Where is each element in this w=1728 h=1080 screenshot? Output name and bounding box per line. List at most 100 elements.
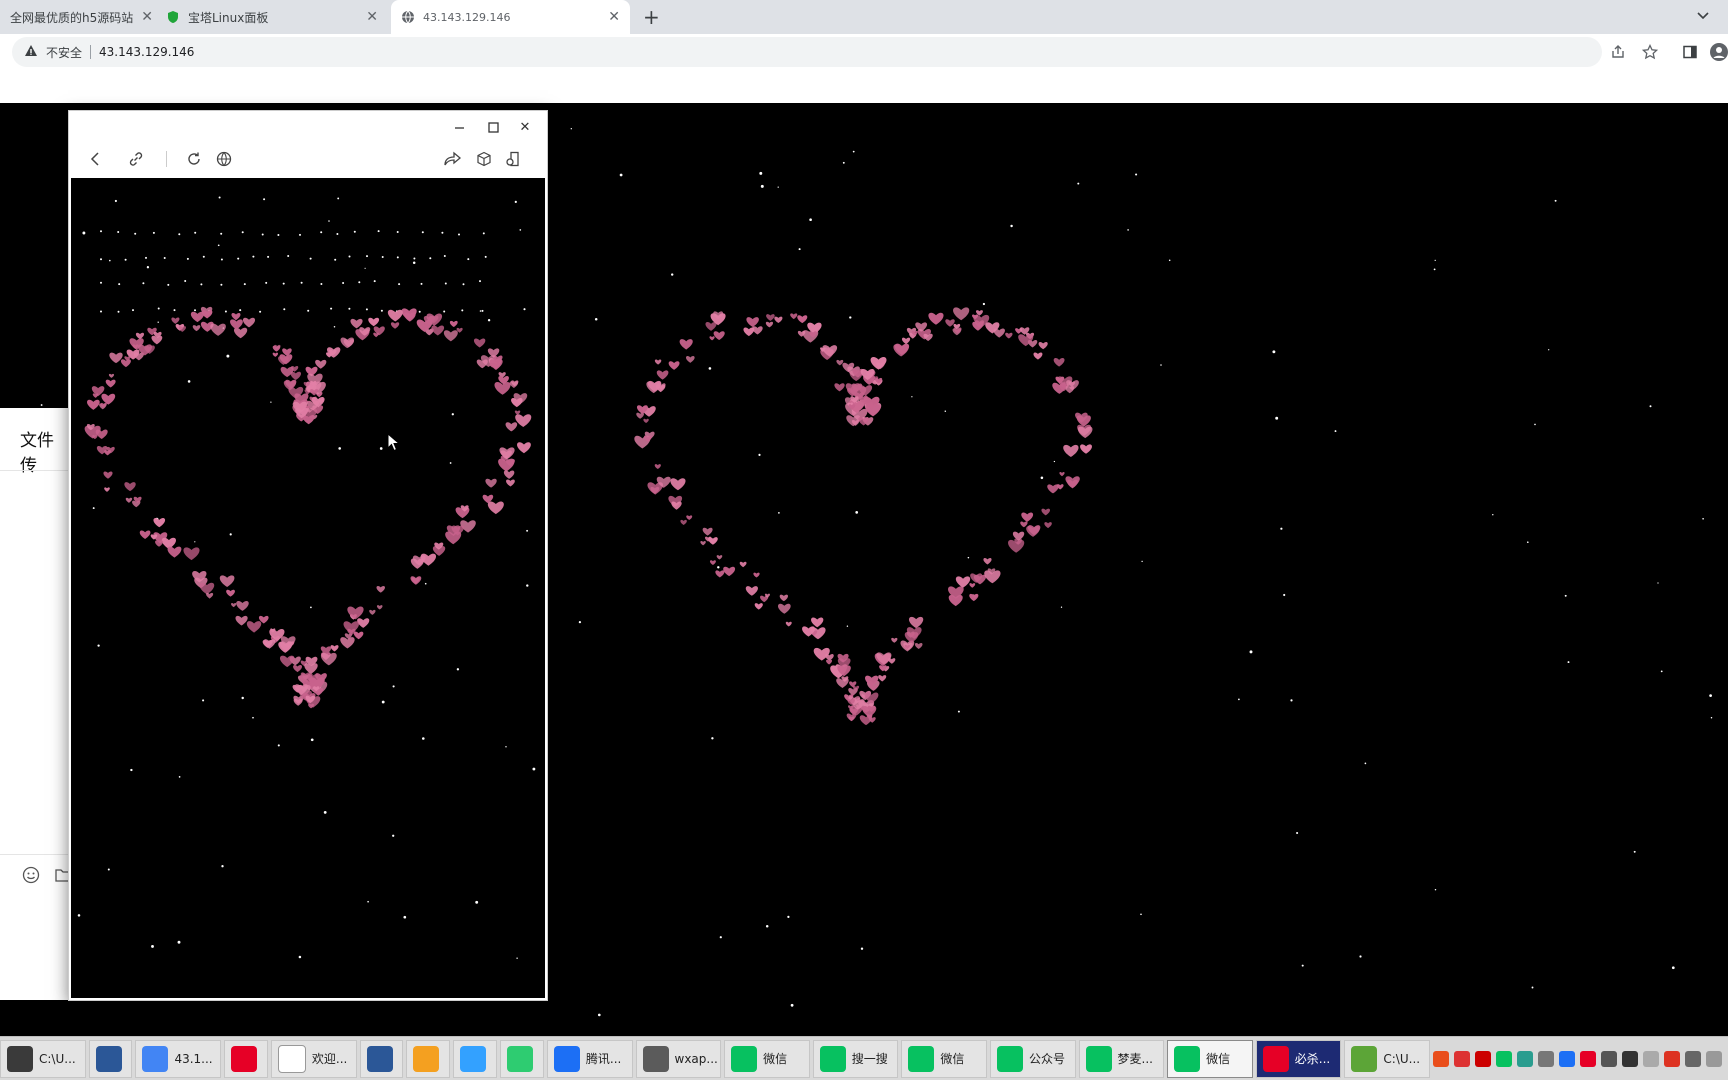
tray-icon[interactable]	[1664, 1050, 1680, 1067]
taskbar-item[interactable]: 公众号	[989, 1039, 1076, 1078]
star	[444, 282, 447, 285]
heart-particle	[1038, 341, 1048, 350]
tab-search-chevron-icon[interactable]	[1696, 8, 1710, 25]
heart-particle	[120, 359, 131, 368]
taskbar-item[interactable]	[406, 1039, 451, 1078]
star	[380, 309, 383, 312]
tray-icon[interactable]	[1475, 1050, 1491, 1067]
tray-icon[interactable]	[1517, 1050, 1533, 1067]
close-tab-icon[interactable]: ✕	[366, 9, 378, 25]
star	[1434, 888, 1437, 891]
security-label[interactable]: 不安全	[46, 44, 82, 61]
star	[526, 584, 529, 587]
star	[217, 244, 220, 247]
heart-particle	[487, 348, 500, 358]
star	[118, 283, 121, 286]
bookmarks-bar	[0, 70, 1728, 103]
mini-program-canvas[interactable]	[71, 178, 545, 998]
tray-icon[interactable]	[1496, 1050, 1512, 1067]
emoji-icon[interactable]	[22, 866, 40, 887]
side-panel-icon[interactable]	[1682, 44, 1698, 63]
taskbar-item[interactable]: 微信	[1167, 1039, 1253, 1078]
star	[1359, 955, 1362, 958]
tray-icon[interactable]	[1538, 1050, 1554, 1067]
star	[299, 233, 301, 236]
chrome-icon	[142, 1045, 169, 1072]
warning-icon[interactable]	[24, 44, 38, 61]
tray-icon[interactable]	[1706, 1050, 1722, 1067]
address-bar[interactable]: 不安全 43.143.129.146	[12, 37, 1602, 67]
star	[467, 258, 470, 261]
taskbar-item[interactable]: 43.1...	[135, 1039, 222, 1078]
taskbar-item-label: 欢迎...	[311, 1052, 348, 1066]
star	[1434, 259, 1436, 262]
tray-icon[interactable]	[1685, 1050, 1701, 1067]
taskbar-item[interactable]: C:\U...	[1344, 1039, 1430, 1078]
tray-icon[interactable]	[1643, 1050, 1659, 1067]
heart-particle	[654, 359, 662, 365]
taskbar-item[interactable]	[88, 1039, 133, 1078]
taskbar-item-label: 腾讯...	[585, 1052, 622, 1066]
file-transfer-panel: 文件传	[0, 408, 71, 1000]
taskbar-item[interactable]	[500, 1039, 544, 1078]
share-icon[interactable]	[1610, 44, 1626, 63]
tray-icon[interactable]	[1601, 1050, 1617, 1067]
heart-particle	[124, 482, 136, 492]
new-tab-button[interactable]: +	[643, 5, 660, 29]
taskbar-item[interactable]: 腾讯...	[546, 1039, 633, 1078]
profile-avatar-icon[interactable]	[1710, 43, 1728, 64]
globe-icon[interactable]	[211, 146, 237, 172]
url-text[interactable]: 43.143.129.146	[99, 45, 194, 59]
heart-particle	[785, 621, 792, 627]
heart-particle	[702, 527, 713, 536]
cube-icon[interactable]	[471, 146, 497, 172]
tray-icon[interactable]	[1622, 1050, 1638, 1067]
star	[252, 716, 254, 719]
star	[487, 319, 491, 322]
star	[1283, 593, 1286, 597]
taskbar-item[interactable]: 梦麦...	[1078, 1039, 1165, 1078]
taskbar-item[interactable]: 必杀...	[1255, 1039, 1342, 1078]
close-icon[interactable]: ✕	[513, 117, 537, 137]
maximize-icon[interactable]	[481, 117, 505, 137]
tray-icon[interactable]	[1559, 1050, 1575, 1067]
minimize-icon[interactable]	[447, 117, 471, 137]
taskbar-item[interactable]	[359, 1039, 404, 1078]
tray-icon[interactable]	[1580, 1050, 1596, 1067]
taskbar-item[interactable]	[453, 1039, 498, 1078]
tab-h5-source[interactable]: 全网最优质的h5源码站 ✕	[0, 0, 153, 34]
close-tab-icon[interactable]: ✕	[141, 9, 153, 25]
star	[152, 231, 155, 234]
bookmark-star-icon[interactable]	[1641, 43, 1659, 63]
star	[124, 258, 127, 261]
taskbar-item[interactable]: wxap...	[635, 1039, 722, 1078]
taskbar-item[interactable]	[224, 1039, 268, 1078]
taskbar-item[interactable]: 欢迎...	[270, 1039, 357, 1078]
link-icon[interactable]	[123, 146, 149, 172]
tray-icon[interactable]	[1454, 1050, 1470, 1067]
star	[441, 231, 444, 234]
forward-share-icon[interactable]	[440, 146, 466, 172]
device-icon[interactable]	[500, 146, 526, 172]
taskbar-item[interactable]: 搜一搜	[812, 1039, 899, 1078]
taskbar-item-label: 搜一搜	[851, 1052, 888, 1066]
taskbar-item[interactable]: 微信	[724, 1039, 810, 1078]
taskbar-item-label: 微信	[940, 1052, 965, 1066]
tab-baota[interactable]: 宝塔Linux面板 ✕	[156, 0, 388, 34]
tab-current[interactable]: 43.143.129.146 ✕	[391, 0, 630, 34]
heart-particle	[1041, 508, 1051, 516]
taskbar-item-label: 梦麦...	[1117, 1052, 1153, 1066]
refresh-icon[interactable]	[181, 146, 207, 172]
star	[1492, 514, 1494, 516]
star	[398, 283, 401, 286]
star	[277, 744, 280, 747]
back-icon[interactable]	[83, 146, 109, 172]
tray-icon[interactable]	[1433, 1050, 1449, 1067]
star	[1526, 541, 1529, 544]
taskbar-item[interactable]: C:\U...	[0, 1039, 86, 1078]
heart-particle	[743, 327, 755, 337]
heart-particle	[230, 319, 243, 330]
taskbar-item[interactable]: 微信	[901, 1039, 987, 1078]
star	[202, 255, 205, 258]
close-tab-icon[interactable]: ✕	[608, 9, 620, 25]
